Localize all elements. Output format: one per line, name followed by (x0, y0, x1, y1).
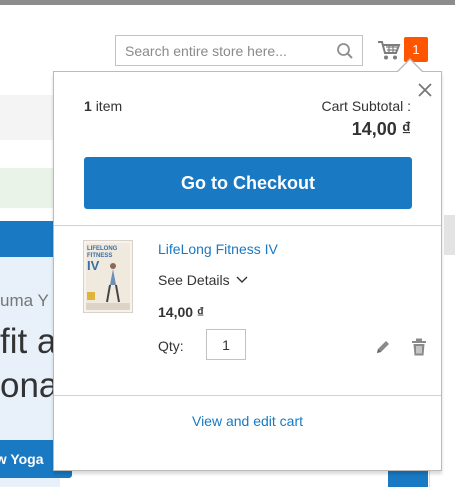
minicart-dropdown: 1 item Cart Subtotal : 14,00 ₫ Go to Che… (53, 71, 442, 471)
search-icon[interactable] (336, 42, 354, 60)
svg-text:IV: IV (87, 258, 100, 273)
product-price: 14,00 ₫ (158, 304, 205, 320)
divider (54, 225, 441, 226)
items-count: 1 item (84, 98, 122, 114)
svg-text:LIFELONG: LIFELONG (87, 246, 118, 252)
qty-label: Qty: (158, 338, 184, 354)
background-scroll-edge (444, 215, 455, 255)
edit-icon[interactable] (375, 339, 391, 355)
search-box (115, 35, 363, 66)
qty-input[interactable] (206, 329, 246, 360)
checkout-button[interactable]: Go to Checkout (84, 157, 412, 209)
background-message-bar (0, 168, 60, 208)
top-border (0, 0, 455, 5)
hero-subtitle: uma Y (0, 291, 49, 310)
search-input[interactable] (116, 36, 335, 65)
close-icon[interactable] (417, 82, 433, 98)
subtotal-label: Cart Subtotal : (321, 98, 412, 114)
dropdown-arrow-fill (398, 60, 422, 72)
product-name-link[interactable]: LifeLong Fitness IV (158, 241, 278, 257)
product-thumbnail[interactable]: LIFELONG FITNESS IV (83, 240, 133, 313)
items-count-number: 1 (84, 98, 92, 114)
hero-title-line2: ona (0, 366, 59, 405)
chevron-down-icon (236, 276, 248, 283)
see-details-toggle[interactable]: See Details (158, 272, 248, 288)
background-nav-bar (0, 221, 60, 257)
divider (54, 395, 441, 396)
see-details-label: See Details (158, 272, 230, 288)
background-panel (0, 95, 60, 140)
hero-title-line1: fit ar (0, 322, 60, 361)
subtotal-value: 14,00 ₫ (351, 119, 411, 139)
items-count-label: item (95, 98, 123, 114)
trash-icon[interactable] (411, 338, 427, 356)
view-edit-cart-link[interactable]: View and edit cart (54, 413, 441, 429)
